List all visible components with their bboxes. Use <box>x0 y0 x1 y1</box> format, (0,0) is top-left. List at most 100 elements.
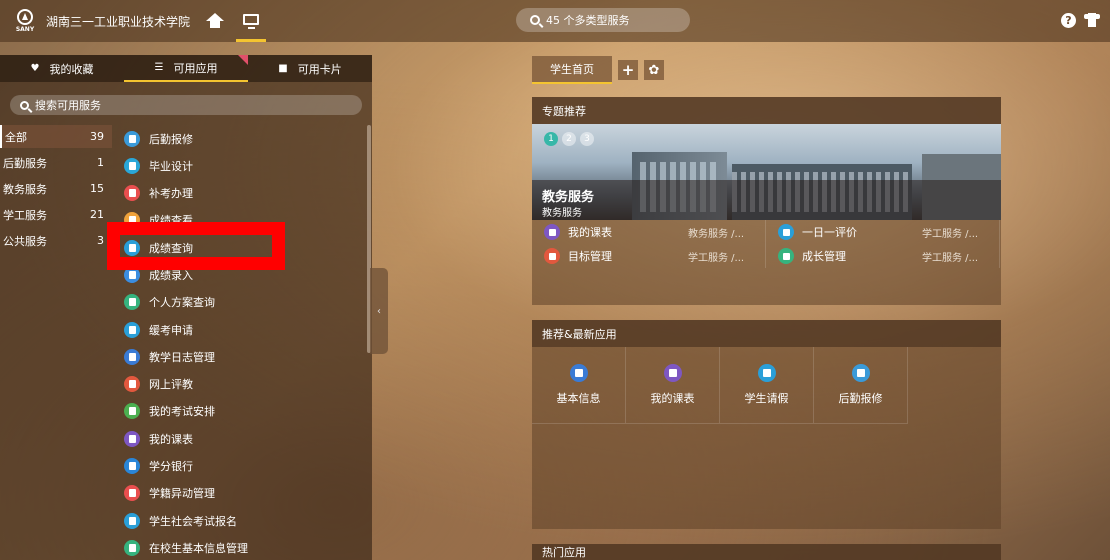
app-item[interactable]: 补考办理 <box>124 184 248 203</box>
app-item[interactable]: 后勤报修 <box>124 129 248 148</box>
service-category: 学工服务 /... <box>922 252 979 264</box>
home-icon[interactable] <box>206 13 225 29</box>
logo[interactable]: SANY <box>10 5 40 37</box>
service-icon <box>778 248 794 264</box>
app-icon <box>757 364 776 382</box>
app-item[interactable]: 学分银行 <box>124 457 248 476</box>
app-label: 缓考申请 <box>149 323 193 337</box>
featured-item[interactable]: 一日一评价 学工服务 /... <box>766 220 1000 244</box>
app-label: 我的考试安排 <box>149 405 215 419</box>
category-count: 15 <box>90 182 104 195</box>
category-count: 21 <box>90 208 104 221</box>
collapse-panel-button[interactable]: ‹ <box>370 268 388 354</box>
recommend-item[interactable]: 后勤报修 <box>814 347 908 424</box>
service-name: 目标管理 <box>568 250 612 263</box>
global-search[interactable]: 45 个多类型服务 <box>516 8 690 32</box>
app-label: 网上评教 <box>149 378 193 392</box>
service-name: 成长管理 <box>802 250 846 263</box>
tab-available-cards[interactable]: ■ 可用卡片 <box>248 55 372 82</box>
app-item[interactable]: 我的考试安排 <box>124 402 248 421</box>
app-item[interactable]: 在校生基本信息管理 <box>124 538 248 557</box>
recommend-label: 我的课表 <box>650 392 695 405</box>
app-icon <box>124 185 140 202</box>
app-item[interactable]: 学籍异动管理 <box>124 484 248 503</box>
app-label: 补考办理 <box>149 187 193 201</box>
highlight-box <box>107 222 285 270</box>
category-count: 3 <box>97 234 104 247</box>
category-label: 学工服务 <box>3 208 47 222</box>
plus-icon: + <box>621 61 635 79</box>
banner-caption-bg <box>532 180 1001 220</box>
featured-items: 我的课表 教务服务 /... 一日一评价 学工服务 /... 目标管理 学工服务 /...… <box>532 220 1001 268</box>
app-label: 个人方案查询 <box>149 296 215 310</box>
global-search-text: 45 个多类型服务 <box>546 14 630 27</box>
carousel-dot[interactable]: 2 <box>562 132 576 146</box>
app-item[interactable]: 我的课表 <box>124 429 248 448</box>
desktop-tab[interactable] <box>236 0 267 42</box>
featured-row: 目标管理 学工服务 /... 成长管理 学工服务 /... <box>532 244 1001 268</box>
monitor-icon <box>243 14 260 29</box>
category-logistics[interactable]: 后勤服务 1 <box>0 151 112 174</box>
app-icon <box>124 539 140 556</box>
service-icon <box>778 224 794 240</box>
recommend-item[interactable]: 基本信息 <box>532 347 626 424</box>
recommend-item[interactable]: 学生请假 <box>720 347 814 424</box>
app-icon <box>124 430 140 447</box>
app-icon <box>663 364 682 382</box>
service-name: 一日一评价 <box>802 226 857 239</box>
category-public[interactable]: 公共服务 3 <box>0 229 112 252</box>
app-icon <box>124 403 140 420</box>
list-icon: ☰ <box>154 62 164 73</box>
category-count: 1 <box>97 156 104 169</box>
app-icon <box>124 512 140 529</box>
category-count: 39 <box>90 130 104 143</box>
featured-banner[interactable]: 1 2 3 教务服务 教务服务 <box>532 124 1001 220</box>
app-icon <box>124 348 140 365</box>
featured-item[interactable]: 我的课表 教务服务 /... <box>532 220 766 244</box>
tab-student-home[interactable]: 学生首页 <box>532 56 612 84</box>
top-bar: SANY 湖南三一工业职业技术学院 45 个多类型服务 ? <box>0 0 1110 42</box>
banner-title: 教务服务 <box>542 190 595 205</box>
category-all[interactable]: 全部 39 <box>0 125 112 148</box>
tab-available-apps[interactable]: ☰ 可用应用 <box>124 55 248 82</box>
tab-label: 可用卡片 <box>297 62 342 76</box>
app-label: 教学日志管理 <box>149 350 215 364</box>
app-icon <box>124 130 140 147</box>
app-icon <box>124 458 140 475</box>
tab-label: 我的收藏 <box>49 62 94 76</box>
skin-icon[interactable] <box>1084 13 1100 27</box>
service-search-input[interactable]: 搜索可用服务 <box>10 95 362 115</box>
carousel-dot[interactable]: 3 <box>580 132 594 146</box>
app-icon <box>851 364 870 382</box>
featured-item[interactable]: 成长管理 学工服务 /... <box>766 244 1000 268</box>
search-placeholder: 搜索可用服务 <box>35 99 101 112</box>
panel-title: 推荐&最新应用 <box>532 320 1001 347</box>
app-item[interactable]: 网上评教 <box>124 375 248 394</box>
carousel-dot[interactable]: 1 <box>544 132 558 146</box>
gear-icon: ✿ <box>648 62 660 78</box>
recommend-grid: 基本信息 我的课表 学生请假 后勤报修 <box>532 347 1001 424</box>
panel-title: 专题推荐 <box>532 97 1001 124</box>
app-item[interactable]: 毕业设计 <box>124 156 248 175</box>
settings-button[interactable]: ✿ <box>644 60 664 80</box>
app-item[interactable]: 教学日志管理 <box>124 347 248 366</box>
category-academic[interactable]: 教务服务 15 <box>0 177 112 200</box>
category-label: 后勤服务 <box>3 156 47 170</box>
app-item[interactable]: 学生社会考试报名 <box>124 511 248 530</box>
app-item[interactable]: 个人方案查询 <box>124 293 248 312</box>
hot-panel: 热门应用 <box>532 544 1001 560</box>
category-label: 公共服务 <box>3 234 47 248</box>
category-student-affairs[interactable]: 学工服务 21 <box>0 203 112 226</box>
left-tabs: ♥ 我的收藏 ☰ 可用应用 ■ 可用卡片 <box>0 55 372 82</box>
featured-item[interactable]: 目标管理 学工服务 /... <box>532 244 766 268</box>
service-icon <box>544 248 560 264</box>
tab-label: 可用应用 <box>173 61 218 75</box>
recommend-item[interactable]: 我的课表 <box>626 347 720 424</box>
app-item[interactable]: 缓考申请 <box>124 320 248 339</box>
grid-icon: ■ <box>278 63 288 74</box>
tab-favorites[interactable]: ♥ 我的收藏 <box>0 55 124 82</box>
featured-panel: 专题推荐 1 2 3 教务服务 教务服务 我的课表 教务服务 /... 一日一评价学… <box>532 97 1001 305</box>
new-flag <box>238 55 248 65</box>
add-tab-button[interactable]: + <box>618 60 638 80</box>
help-icon[interactable]: ? <box>1061 13 1076 28</box>
